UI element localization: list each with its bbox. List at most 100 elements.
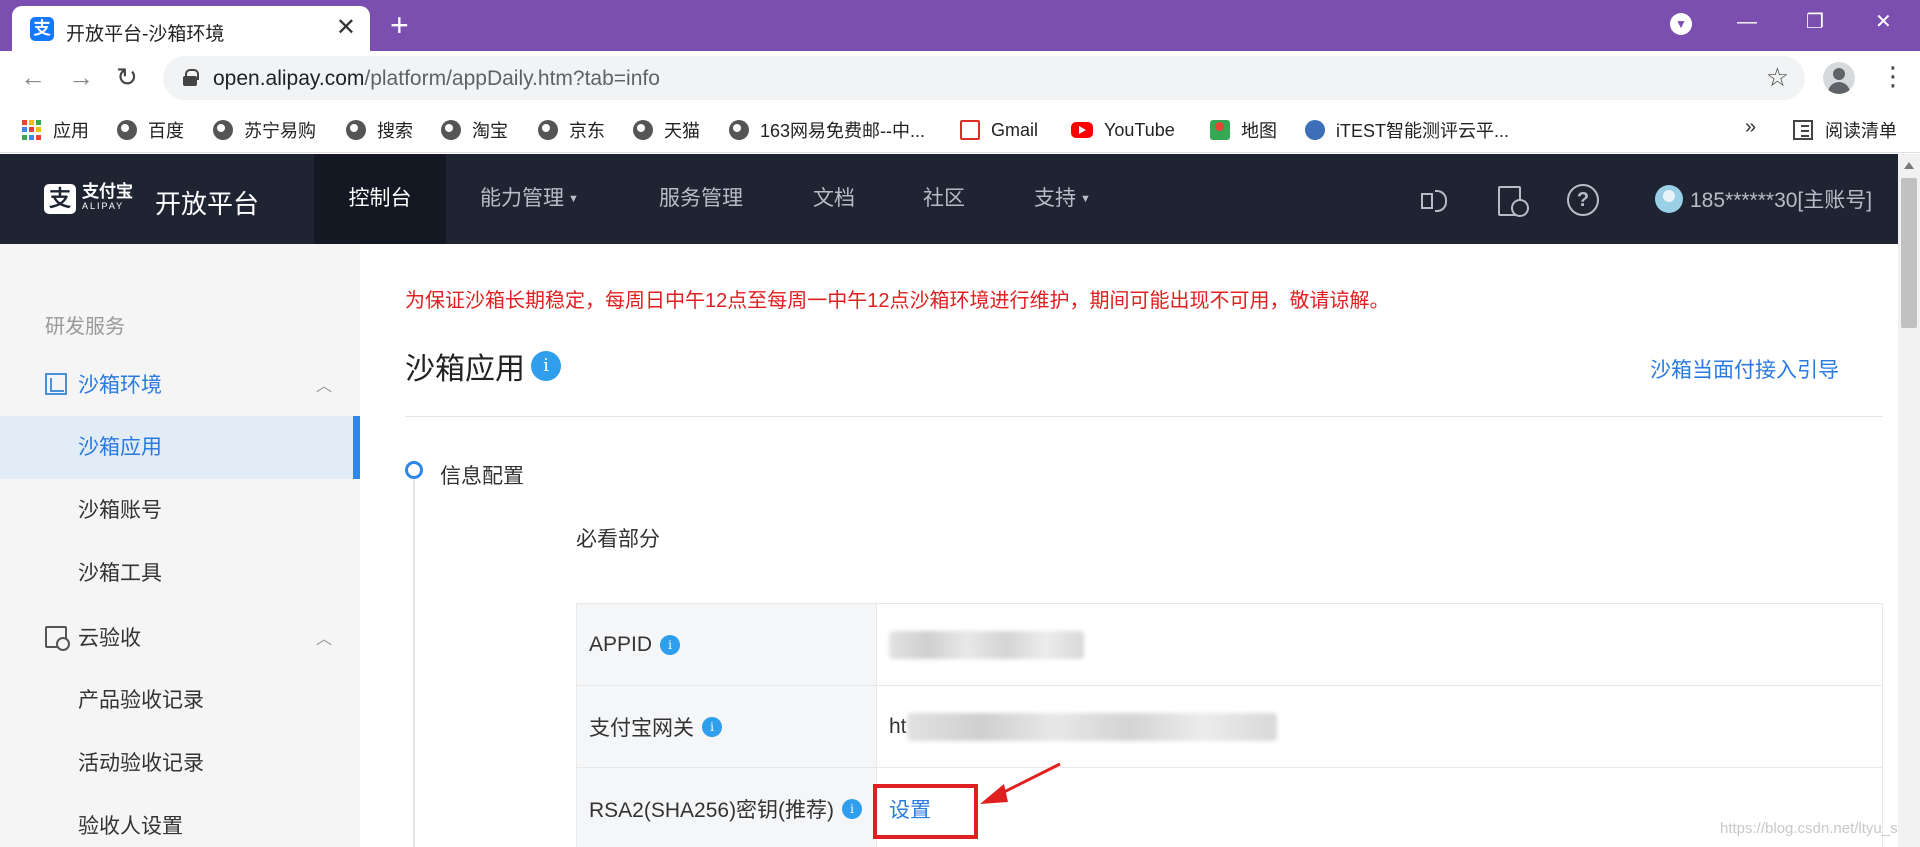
annotation-arrow-icon [980, 762, 1061, 804]
caret-down-icon: ▼ [568, 193, 579, 206]
row-key: 支付宝网关 i [577, 686, 877, 767]
bookmark-163-mail[interactable]: 163网易免费邮--中... [729, 117, 925, 143]
cube-icon [45, 373, 67, 395]
caret-down-icon: ▼ [1080, 193, 1091, 206]
maintenance-notice: 为保证沙箱长期稳定，每周日中午12点至每周一中午12点沙箱环境进行维护，期间可能… [405, 290, 1390, 312]
profile-avatar-icon[interactable] [1823, 62, 1855, 94]
chevron-up-icon: ︿ [315, 631, 332, 648]
bookmark-baidu[interactable]: 百度 [117, 117, 184, 143]
bookmark-taobao[interactable]: 淘宝 [441, 117, 508, 143]
annotation-highlight-box [873, 784, 978, 839]
alipay-logo-icon: 支 [44, 184, 76, 214]
bookmark-tmall[interactable]: 天猫 [633, 117, 700, 143]
globe-icon [441, 120, 461, 140]
youtube-icon [1071, 122, 1093, 138]
sidebar-group-sandbox[interactable]: 沙箱环境 ︿ [0, 364, 360, 404]
globe-icon [538, 120, 558, 140]
apps-icon [22, 120, 42, 140]
bookmarks-overflow-icon[interactable]: » [1745, 116, 1756, 139]
itest-icon [1305, 120, 1325, 140]
window-close-icon[interactable]: ✕ [1875, 8, 1892, 36]
scroll-up-icon[interactable] [1904, 162, 1914, 169]
nav-community[interactable]: 社区 [923, 154, 965, 244]
sidebar-section-title: 研发服务 [45, 316, 125, 338]
bookmark-gmail[interactable]: Gmail [960, 117, 1038, 143]
main-content: 为保证沙箱长期稳定，每周日中午12点至每周一中午12点沙箱环境进行维护，期间可能… [360, 244, 1898, 847]
reading-list-icon [1793, 120, 1813, 140]
reading-list-button[interactable]: 阅读清单 [1793, 117, 1897, 143]
bookmark-jd[interactable]: 京东 [538, 117, 605, 143]
gateway-value: ht [877, 686, 1883, 767]
browser-tab-bar: 支 开放平台-沙箱环境 ✕ + ▼ — ❐ ✕ [0, 0, 1920, 51]
reload-icon[interactable]: ↻ [116, 62, 138, 92]
bookmark-itest[interactable]: iTEST智能测评云平... [1305, 117, 1509, 143]
bookmark-maps[interactable]: 地图 [1210, 117, 1277, 143]
user-avatar [1655, 185, 1683, 213]
url-text[interactable]: open.alipay.com/platform/appDaily.htm?ta… [213, 67, 660, 91]
bookmark-star-icon[interactable]: ☆ [1766, 62, 1789, 93]
globe-icon [213, 120, 233, 140]
maps-icon [1210, 120, 1230, 140]
nav-console[interactable]: 控制台 [314, 154, 446, 244]
tab-search-icon[interactable]: ▼ [1670, 13, 1692, 35]
bookmark-suning[interactable]: 苏宁易购 [213, 117, 316, 143]
bookmark-apps[interactable]: 应用 [22, 117, 89, 143]
watermark: https://blog.csdn.net/ltyu_sk [1720, 820, 1906, 837]
must-read-heading: 必看部分 [576, 528, 660, 551]
nav-docs[interactable]: 文档 [813, 154, 855, 244]
info-icon[interactable]: i [660, 634, 681, 655]
step-indicator-icon [405, 461, 423, 479]
sidebar-item-sandbox-app[interactable]: 沙箱应用 [0, 416, 360, 479]
row-key: APPID i [577, 604, 877, 685]
sidebar: 研发服务 沙箱环境 ︿ 沙箱应用 沙箱账号 沙箱工具 云验收 ︿ 产品验收记录 … [0, 244, 360, 847]
redacted-value [906, 712, 1277, 741]
nav-capability[interactable]: 能力管理 ▼ [480, 154, 579, 244]
lock-icon[interactable] [183, 69, 199, 86]
bookmark-youtube[interactable]: YouTube [1071, 117, 1175, 143]
sidebar-item-acceptor-settings[interactable]: 验收人设置 [0, 795, 360, 847]
browser-tab[interactable]: 支 开放平台-沙箱环境 ✕ [12, 6, 370, 51]
divider [405, 416, 1883, 417]
announcement-speaker-icon[interactable] [1418, 184, 1450, 216]
minimize-icon[interactable]: — [1737, 8, 1757, 36]
info-icon[interactable]: i [531, 351, 561, 381]
row-key: RSA2(SHA256)密钥(推荐) i [577, 768, 877, 847]
page-scrollbar[interactable] [1898, 154, 1920, 847]
scroll-thumb[interactable] [1901, 178, 1917, 328]
redacted-value [889, 630, 1084, 659]
nav-support[interactable]: 支持 ▼ [1034, 154, 1091, 244]
tab-close-icon[interactable]: ✕ [336, 14, 356, 42]
more-menu-icon[interactable]: ⋮ [1880, 61, 1906, 91]
sidebar-item-sandbox-account[interactable]: 沙箱账号 [0, 479, 360, 542]
globe-icon [633, 120, 653, 140]
forward-arrow-icon[interactable]: → [68, 62, 94, 92]
back-arrow-icon[interactable]: ← [20, 62, 46, 92]
sidebar-item-product-acceptance[interactable]: 产品验收记录 [0, 669, 360, 732]
sandbox-guide-link[interactable]: 沙箱当面付接入引导 [1650, 354, 1839, 384]
globe-icon [729, 120, 749, 140]
info-icon[interactable]: i [702, 716, 722, 737]
table-row: 支付宝网关 i ht [577, 686, 1883, 768]
sidebar-item-activity-acceptance[interactable]: 活动验收记录 [0, 732, 360, 795]
address-toolbar: ← → ↻ open.alipay.com/platform/appDaily.… [0, 51, 1920, 106]
info-icon[interactable]: i [842, 798, 863, 819]
sidebar-item-sandbox-tools[interactable]: 沙箱工具 [0, 542, 360, 605]
sidebar-group-cloud-acceptance[interactable]: 云验收 ︿ [0, 617, 360, 657]
help-icon[interactable]: ? [1567, 184, 1599, 216]
user-account[interactable]: 185******30[主账号] [1655, 184, 1872, 214]
chevron-up-icon: ︿ [315, 378, 332, 395]
nav-service[interactable]: 服务管理 [659, 154, 743, 244]
address-bar[interactable]: open.alipay.com/platform/appDaily.htm?ta… [163, 56, 1805, 100]
appid-value [877, 604, 1883, 685]
alipay-logo[interactable]: 支 支付宝 ALIPAY [44, 183, 133, 214]
bookmarks-bar: 应用 百度 苏宁易购 搜索 淘宝 京东 天猫 163网易免费邮--中... Gm… [0, 106, 1920, 153]
globe-icon [346, 120, 366, 140]
step-title: 信息配置 [440, 465, 524, 488]
bookmark-search[interactable]: 搜索 [346, 117, 413, 143]
restore-icon[interactable]: ❐ [1806, 8, 1824, 36]
site-title[interactable]: 开放平台 [155, 184, 259, 221]
step-line [413, 479, 415, 847]
new-tab-button[interactable]: + [390, 8, 409, 42]
history-log-icon[interactable] [1495, 184, 1529, 217]
gmail-icon [960, 120, 980, 140]
